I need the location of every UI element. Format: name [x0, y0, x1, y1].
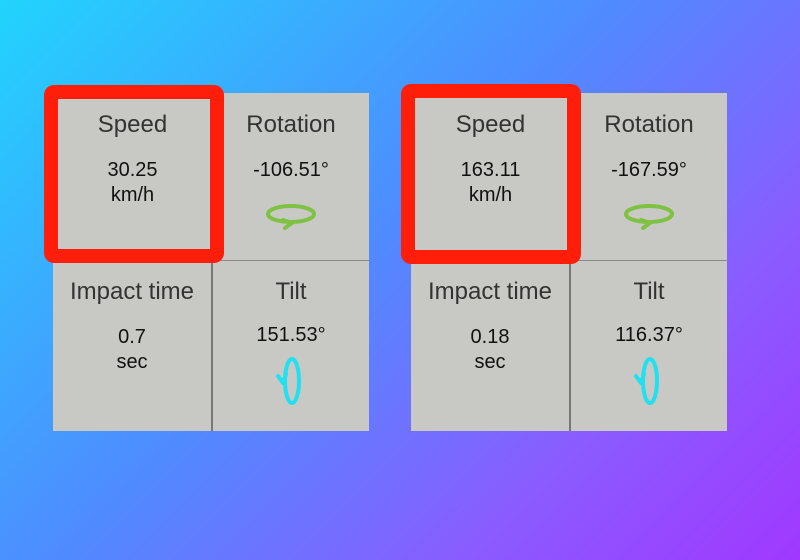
rotation-arrow-icon — [266, 204, 316, 230]
impact-time-cell: Impact time 0.18 sec — [411, 261, 571, 431]
tilt-arrow-icon — [634, 357, 659, 405]
rotation-cell: Rotation -167.59° — [571, 93, 727, 261]
impact-time-unit: sec — [474, 351, 506, 373]
impact-time-cell: Impact time 0.7 sec — [53, 261, 213, 431]
tilt-value: 116.37° — [571, 323, 727, 348]
rotation-arrow-icon — [624, 204, 674, 230]
tilt-arrow-icon — [276, 357, 301, 405]
rotation-number: -106.51° — [253, 159, 329, 181]
tilt-cell: Tilt 151.53° — [213, 261, 369, 431]
impact-time-number: 0.7 — [118, 326, 146, 348]
impact-time-value: 0.18 sec — [411, 325, 569, 375]
speed-highlight-box — [401, 84, 581, 264]
rotation-value: -167.59° — [571, 158, 727, 183]
rotation-value: -106.51° — [213, 158, 369, 183]
tilt-title: Tilt — [633, 278, 665, 305]
impact-time-title: Impact time — [69, 278, 195, 305]
speed-highlight-box — [44, 85, 224, 263]
tilt-value: 151.53° — [213, 323, 369, 348]
tilt-number: 151.53° — [256, 324, 326, 346]
rotation-title: Rotation — [604, 111, 694, 138]
rotation-title: Rotation — [246, 111, 336, 138]
rotation-number: -167.59° — [611, 159, 687, 181]
rotation-cell: Rotation -106.51° — [213, 93, 369, 261]
tilt-title: Tilt — [275, 278, 307, 305]
impact-time-title: Impact time — [427, 278, 553, 305]
impact-time-number: 0.18 — [470, 326, 510, 348]
impact-time-unit: sec — [116, 351, 148, 373]
tilt-cell: Tilt 116.37° — [571, 261, 727, 431]
impact-time-value: 0.7 sec — [53, 325, 211, 375]
tilt-number: 116.37° — [615, 324, 683, 346]
